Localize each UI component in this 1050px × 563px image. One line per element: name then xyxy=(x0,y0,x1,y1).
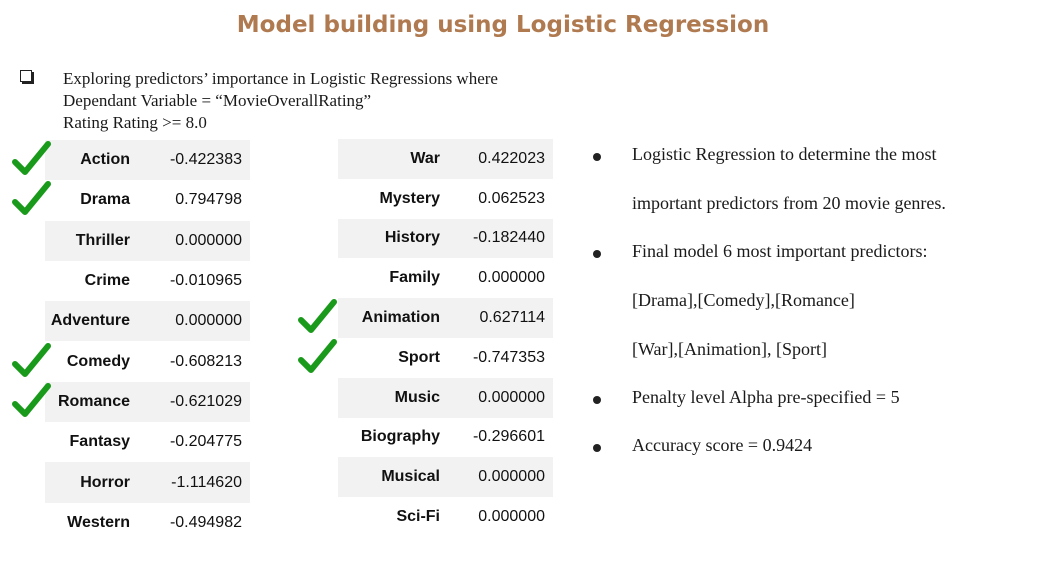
summary-b2-line3: [War],[Animation], [Sport] xyxy=(632,339,827,359)
table-row: Horror -1.114620 xyxy=(45,462,250,503)
genre-name: Horror xyxy=(80,473,130,491)
slide-title: Model building using Logistic Regression xyxy=(236,12,770,38)
table-row: Musical 0.000000 xyxy=(338,457,553,498)
intro-line-3: Rating Rating >= 8.0 xyxy=(63,113,207,132)
green-check-icon xyxy=(12,342,52,382)
coefficient-value: -0.182440 xyxy=(472,229,545,247)
table-row: Romance -0.621029 xyxy=(45,381,250,423)
summary-b1-line1: Logistic Regression to determine the mos… xyxy=(632,144,937,164)
green-check-icon xyxy=(298,338,338,378)
table-row: Music 0.000000 xyxy=(338,377,553,418)
genre-name: War xyxy=(410,149,440,167)
coefficient-value: 0.000000 xyxy=(175,231,242,249)
coefficient-value: -0.608213 xyxy=(169,352,242,370)
table-row: Drama 0.794798 xyxy=(45,180,250,220)
table-row: Crime -0.010965 xyxy=(45,261,250,301)
coefficient-value: -0.204775 xyxy=(169,433,242,451)
bullet-dot-icon xyxy=(593,396,601,404)
genre-name: Musical xyxy=(381,468,440,486)
bullet-dot-icon xyxy=(593,444,601,452)
green-check-icon xyxy=(298,298,338,338)
genre-name: Animation xyxy=(361,309,440,327)
coefficient-value: -0.621029 xyxy=(169,392,242,410)
coefficient-value: -0.296601 xyxy=(472,428,545,446)
coefficient-value: -0.422383 xyxy=(169,151,242,169)
genre-name: Fantasy xyxy=(69,433,130,451)
coefficient-value: -0.494982 xyxy=(169,513,242,531)
genre-name: Sport xyxy=(398,348,440,366)
table-row: Western -0.494982 xyxy=(45,503,250,543)
green-check-icon xyxy=(12,382,52,422)
green-check-icon xyxy=(12,140,52,180)
intro-line-1: Exploring predictors’ importance in Logi… xyxy=(63,69,498,88)
summary-b4: Accuracy score = 0.9424 xyxy=(632,435,813,455)
bullet-dot-icon xyxy=(593,250,601,258)
genre-name: Comedy xyxy=(66,352,130,370)
genre-name: Drama xyxy=(80,191,130,209)
coefficient-value: 0.422023 xyxy=(478,149,545,167)
coefficient-value: 0.794798 xyxy=(175,191,242,209)
table-row: Mystery 0.062523 xyxy=(338,179,553,219)
table-row: Adventure 0.000000 xyxy=(45,301,250,342)
genre-name: Biography xyxy=(360,428,440,446)
genre-name: Romance xyxy=(57,392,130,410)
coefficients-table-right: War 0.422023 Mystery 0.062523 History -0.1824… xyxy=(338,139,553,537)
genre-name: Thriller xyxy=(75,231,130,249)
genre-name: Crime xyxy=(84,272,130,290)
table-row: Sport -0.747353 xyxy=(338,338,553,378)
bullet-dot-icon xyxy=(593,153,601,161)
table-row: Action -0.422383 xyxy=(45,140,250,181)
summary-b2-line2: [Drama],[Comedy],[Romance] xyxy=(632,290,855,310)
table-row: Sci-Fi 0.000000 xyxy=(338,497,553,537)
coefficient-value: 0.000000 xyxy=(478,269,545,287)
genre-name: Action xyxy=(80,151,130,169)
genre-name: Western xyxy=(67,513,130,531)
coefficient-value: 0.627114 xyxy=(479,309,545,327)
coefficients-table-left: Action -0.422383 Drama 0.794798 Thriller 0.00… xyxy=(45,140,250,543)
table-row: War 0.422023 xyxy=(338,139,553,179)
checkbox-bullet-icon xyxy=(20,70,32,82)
coefficient-value: 0.000000 xyxy=(478,388,545,406)
genre-name: Family xyxy=(389,269,440,287)
genre-name: History xyxy=(384,229,440,247)
summary-b1-line2: important predictors from 20 movie genre… xyxy=(632,193,946,213)
summary-b3: Penalty level Alpha pre-specified = 5 xyxy=(632,387,900,407)
table-row: Thriller 0.000000 xyxy=(45,220,250,261)
table-row: Fantasy -0.204775 xyxy=(45,422,250,462)
coefficient-value: 0.000000 xyxy=(478,508,545,526)
genre-name: Sci-Fi xyxy=(396,508,440,526)
genre-name: Music xyxy=(394,388,440,406)
coefficient-value: -1.114620 xyxy=(171,473,242,491)
coefficient-value: 0.062523 xyxy=(478,189,545,207)
coefficient-value: 0.000000 xyxy=(478,468,545,486)
summary-b2-line1: Final model 6 most important predictors: xyxy=(632,241,928,261)
coefficient-value: -0.747353 xyxy=(472,348,545,366)
coefficient-value: 0.000000 xyxy=(175,312,242,330)
table-row: Animation 0.627114 xyxy=(338,298,553,338)
genre-name: Adventure xyxy=(50,312,130,330)
intro-line-2: Dependant Variable = “MovieOverallRating… xyxy=(63,91,372,110)
genre-name: Mystery xyxy=(379,189,440,207)
table-row: Family 0.000000 xyxy=(338,258,553,298)
table-row: Comedy -0.608213 xyxy=(45,341,250,381)
table-row: History -0.182440 xyxy=(338,218,553,259)
green-check-icon xyxy=(12,180,52,220)
coefficient-value: -0.010965 xyxy=(169,272,242,290)
table-row: Biography -0.296601 xyxy=(338,418,553,458)
